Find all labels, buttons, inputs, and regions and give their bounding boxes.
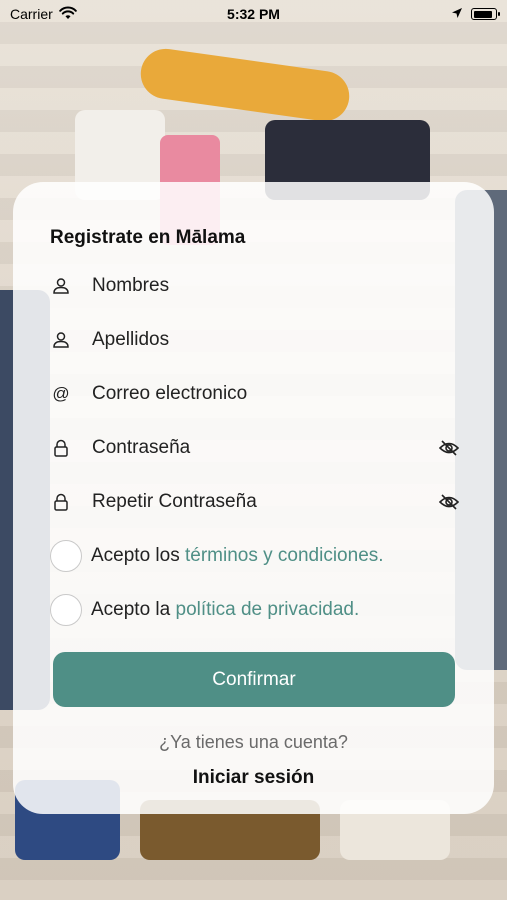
first-name-field[interactable]: Nombres <box>50 266 460 306</box>
email-placeholder: Correo electronico <box>92 383 248 404</box>
login-link[interactable]: Iniciar sesión <box>13 767 494 789</box>
eye-slash-icon[interactable] <box>438 437 460 459</box>
terms-prefix: Acepto los <box>91 545 185 566</box>
password-field[interactable]: Contraseña <box>50 428 460 468</box>
register-card: Registrate en Mālama Nombres Apellidos @… <box>13 182 494 814</box>
lock-icon <box>50 437 72 459</box>
eye-slash-icon[interactable] <box>438 491 460 513</box>
status-bar: Carrier 5:32 PM <box>0 0 507 28</box>
last-name-field[interactable]: Apellidos <box>50 320 460 360</box>
last-name-placeholder: Apellidos <box>92 329 170 350</box>
wifi-icon <box>58 6 77 23</box>
yellow-scarf-decoration <box>137 45 353 125</box>
privacy-prefix: Acepto la <box>91 599 176 620</box>
terms-text: Acepto los términos y condiciones. <box>91 545 384 567</box>
email-field[interactable]: @ Correo electronico <box>50 374 460 414</box>
person-icon <box>50 329 72 351</box>
lock-icon <box>50 491 72 513</box>
password-placeholder: Contraseña <box>92 437 191 458</box>
confirm-button[interactable]: Confirmar <box>53 652 455 707</box>
terms-checkbox-row[interactable]: Acepto los términos y condiciones. <box>50 539 384 573</box>
terms-checkbox[interactable] <box>50 540 82 572</box>
battery-icon <box>471 8 500 20</box>
privacy-checkbox-row[interactable]: Acepto la política de privacidad. <box>50 593 359 627</box>
already-account-text: ¿Ya tienes una cuenta? <box>159 732 348 752</box>
location-arrow-icon <box>451 6 463 22</box>
privacy-text: Acepto la política de privacidad. <box>91 599 359 621</box>
carrier-label: Carrier <box>10 6 53 22</box>
page-title: Registrate en Mālama <box>50 227 246 248</box>
battery-fill <box>473 10 493 18</box>
at-icon: @ <box>52 384 70 403</box>
repeat-password-placeholder: Repetir Contraseña <box>92 491 257 512</box>
person-icon <box>50 275 72 297</box>
terms-link[interactable]: términos y condiciones. <box>185 545 384 566</box>
repeat-password-field[interactable]: Repetir Contraseña <box>50 482 460 522</box>
first-name-placeholder: Nombres <box>92 275 170 296</box>
privacy-link[interactable]: política de privacidad. <box>176 599 360 620</box>
privacy-checkbox[interactable] <box>50 594 82 626</box>
